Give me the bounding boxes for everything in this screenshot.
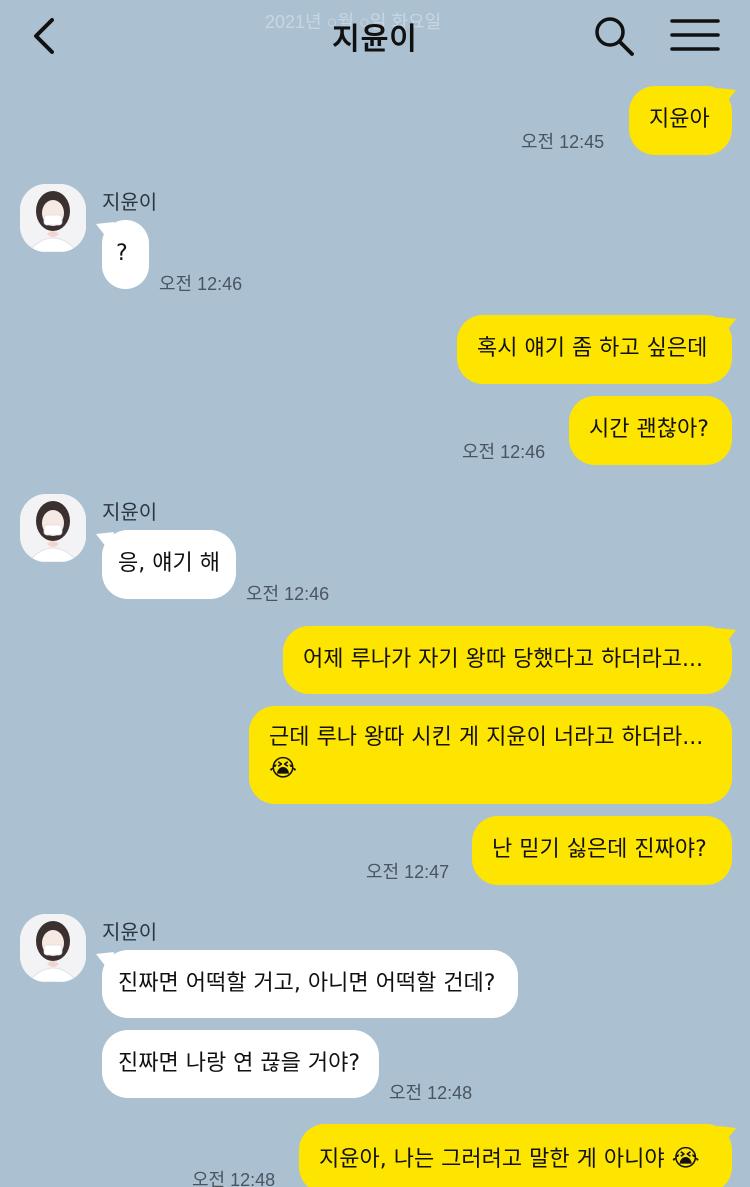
crying-face-emoji: 😭 xyxy=(269,754,298,782)
message-text: 응, 얘기 해 xyxy=(118,551,220,576)
contact-avatar[interactable] xyxy=(20,184,86,252)
message-text: 지윤아, 나는 그러려고 말한 게 아니야 xyxy=(319,1147,665,1172)
my-message-bubble[interactable]: 지윤아, 나는 그러려고 말한 게 아니야 😭 xyxy=(299,1124,732,1187)
their-message-bubble[interactable]: ? xyxy=(102,220,149,289)
my-message-bubble[interactable]: 어제 루나가 자기 왕따 당했다고 하더라고... xyxy=(283,626,732,694)
profile-photo-icon xyxy=(20,494,86,562)
chat-header: 2021년 ○월 ○일 화요일 지윤이 xyxy=(0,0,750,80)
message-text: 난 믿기 싫은데 진짜야? xyxy=(492,837,707,862)
search-button[interactable] xyxy=(590,12,638,60)
message-text: 시간 괜찮아? xyxy=(589,417,709,442)
my-message-bubble[interactable]: 지윤아 xyxy=(629,86,732,155)
message-time: 오전 12:46 xyxy=(462,442,546,462)
message-text: ? xyxy=(116,241,128,266)
menu-button[interactable] xyxy=(668,16,722,56)
their-message-bubble[interactable]: 응, 얘기 해 xyxy=(102,530,236,599)
sender-name: 지윤이 xyxy=(102,190,158,214)
message-text: 진짜면 나랑 연 끊을 거야? xyxy=(118,1051,361,1076)
crying-face-emoji: 😭 xyxy=(671,1144,700,1172)
profile-photo-icon xyxy=(20,914,86,982)
my-message-bubble[interactable]: 근데 루나 왕따 시킨 게 지윤이 너라고 하더라... 😭 xyxy=(249,706,732,804)
profile-photo-icon xyxy=(20,184,86,252)
message-time: 오전 12:48 xyxy=(389,1083,473,1103)
message-time: 오전 12:48 xyxy=(192,1170,276,1187)
sender-name: 지윤이 xyxy=(102,920,158,944)
contact-avatar[interactable] xyxy=(20,494,86,562)
message-text: 혹시 얘기 좀 하고 싶은데 xyxy=(477,336,708,361)
sender-name: 지윤이 xyxy=(102,500,158,524)
message-text: 진짜면 어떡할 거고, 아니면 어떡할 건데? xyxy=(118,971,496,996)
their-message-bubble[interactable]: 진짜면 어떡할 거고, 아니면 어떡할 건데? xyxy=(102,950,518,1018)
my-message-bubble[interactable]: 난 믿기 싫은데 진짜야? xyxy=(472,816,732,885)
contact-avatar[interactable] xyxy=(20,914,86,982)
search-icon xyxy=(595,17,634,56)
my-message-bubble[interactable]: 혹시 얘기 좀 하고 싶은데 xyxy=(457,315,732,384)
message-time: 오전 12:45 xyxy=(521,132,605,152)
message-text: 어제 루나가 자기 왕따 당했다고 하더라고... xyxy=(303,647,704,672)
message-text: 지윤아 xyxy=(649,107,710,132)
message-time: 오전 12:47 xyxy=(366,862,450,882)
message-time: 오전 12:46 xyxy=(246,584,330,604)
hamburger-menu-icon xyxy=(670,19,720,51)
their-message-bubble[interactable]: 진짜면 나랑 연 끊을 거야? xyxy=(102,1030,379,1098)
my-message-bubble[interactable]: 시간 괜찮아? xyxy=(569,396,732,465)
message-time: 오전 12:46 xyxy=(159,274,243,294)
message-text: 근데 루나 왕따 시킨 게 지윤이 너라고 하더라... xyxy=(269,725,704,750)
